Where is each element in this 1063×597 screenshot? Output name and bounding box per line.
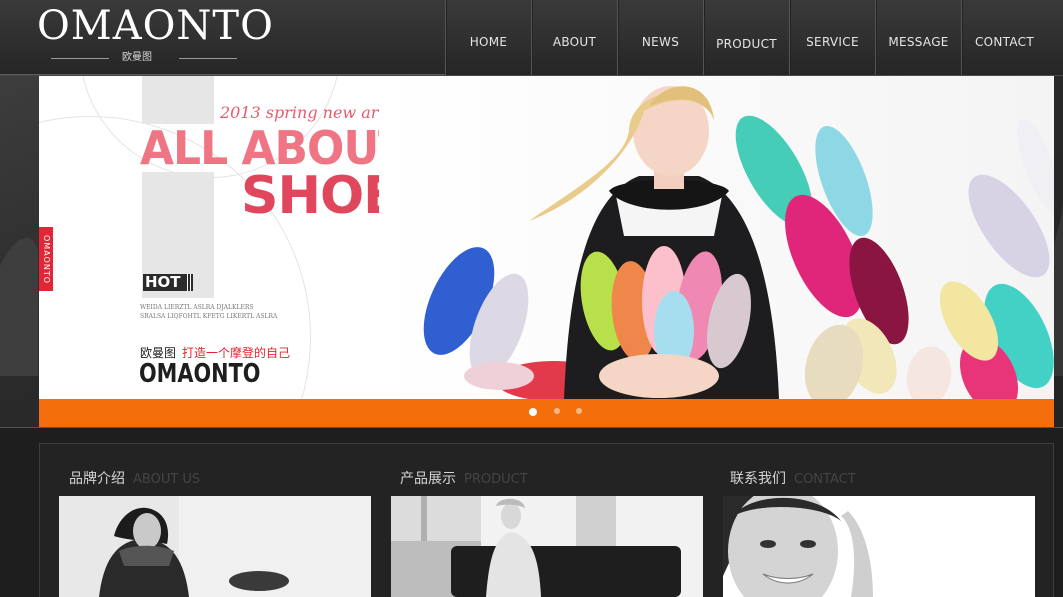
section-title-en: ABOUT US: [133, 472, 201, 487]
section-title-contact: 联系我们 CONTACT: [730, 468, 856, 488]
hero-banner[interactable]: 2013 spring new arrivals ALL ABOUT SHOES…: [39, 76, 1054, 399]
hero-photo-model-with-shoes: [379, 76, 1054, 399]
slider-pagination-bar: [39, 399, 1054, 427]
site-logo[interactable]: OMAONTO 欧曼图: [37, 3, 274, 66]
section-title-cn: 产品展示: [400, 471, 456, 487]
decor-block: [142, 76, 214, 124]
feature-sections: 品牌介绍 ABOUT US 产品展示 PRODUCT 联系我们 CONTACT: [39, 443, 1054, 597]
slider-dot-3[interactable]: [576, 408, 582, 414]
section-title-about: 品牌介绍 ABOUT US: [69, 468, 200, 488]
slider-dot-2[interactable]: [554, 408, 560, 414]
nav-home[interactable]: HOME: [445, 0, 531, 75]
slogan-red-text: 打造一个摩登的自己: [182, 346, 291, 360]
product-photo-woman-sofa: [391, 496, 703, 597]
nav-message[interactable]: MESSAGE: [875, 0, 961, 75]
nav-service[interactable]: SERVICE: [789, 0, 875, 75]
section-title-en: CONTACT: [794, 472, 856, 487]
section-title-product: 产品展示 PRODUCT: [400, 468, 528, 488]
slider-dot-1[interactable]: [529, 408, 537, 416]
slogan-brand-cn: 欧曼图: [140, 346, 177, 360]
decor-small-text: WEIDA LIERZTL ASLRA DJALKLERS SRALSA LIQ…: [140, 304, 278, 320]
nav-news[interactable]: NEWS: [617, 0, 703, 75]
nav-contact[interactable]: CONTACT: [961, 0, 1047, 75]
nav-product[interactable]: PRODUCT: [703, 0, 789, 75]
hot-label: HOT: [143, 274, 193, 291]
main-nav: HOME ABOUT NEWS PRODUCT SERVICE MESSAGE …: [445, 0, 1047, 75]
slogan-brand: OMAONTO: [139, 359, 261, 389]
section-title-cn: 品牌介绍: [69, 471, 125, 487]
hot-barcode-decor: [187, 274, 193, 291]
logo-text: OMAONTO: [37, 3, 274, 49]
product-image[interactable]: [391, 496, 703, 597]
about-us-image[interactable]: [59, 496, 371, 597]
contact-image[interactable]: [723, 496, 1035, 597]
contact-photo-smiling-woman: [723, 496, 1035, 597]
about-photo-woman: [59, 496, 371, 597]
site-header: OMAONTO 欧曼图 HOME ABOUT NEWS PRODUCT SERV…: [0, 0, 1063, 76]
side-brand-tab[interactable]: OMAONTO: [39, 227, 53, 291]
nav-about[interactable]: ABOUT: [531, 0, 617, 75]
logo-subtitle: 欧曼图: [37, 50, 237, 66]
section-title-en: PRODUCT: [464, 472, 528, 487]
section-title-cn: 联系我们: [730, 471, 786, 487]
